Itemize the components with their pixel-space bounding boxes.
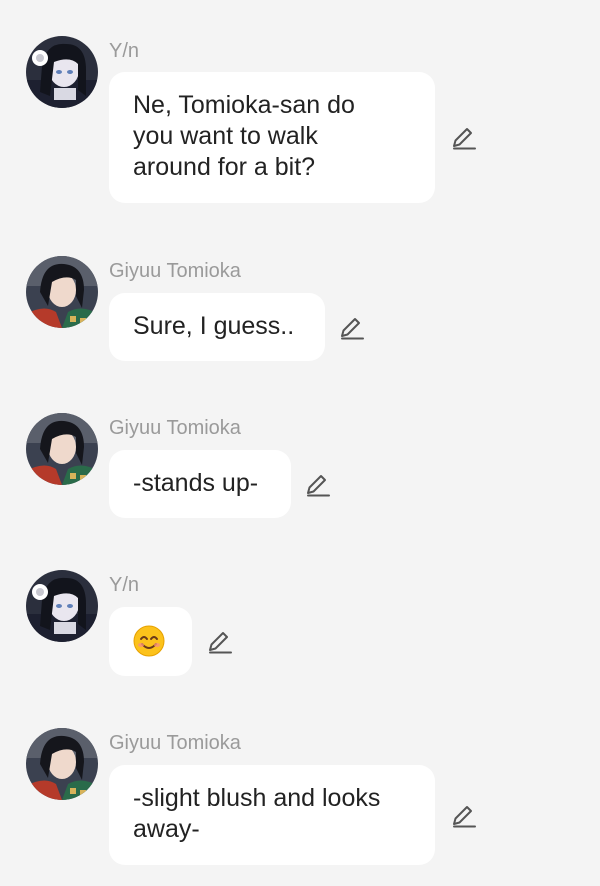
sender-name: Y/n [109, 40, 140, 62]
message-bubble[interactable]: -slight blush and looks away- [109, 765, 435, 865]
smiling-face-emoji [133, 625, 165, 657]
sender-name: Giyuu Tomioka [109, 417, 241, 439]
avatar-giyuu[interactable] [26, 256, 98, 328]
avatar-giyuu[interactable] [26, 413, 98, 485]
message-text: Sure, I guess.. [133, 312, 295, 340]
message-bubble[interactable]: Ne, Tomioka-san do you want to walk arou… [109, 72, 435, 203]
message-bubble[interactable] [109, 607, 192, 676]
message-text: -slight blush and looks away- [133, 784, 381, 843]
pencil-edit-icon[interactable] [304, 471, 332, 499]
pencil-edit-icon[interactable] [338, 314, 366, 342]
sender-name: Y/n [109, 574, 140, 596]
message-bubble[interactable]: Sure, I guess.. [109, 293, 325, 361]
pencil-edit-icon[interactable] [450, 124, 478, 152]
avatar-yn[interactable] [26, 36, 98, 108]
pencil-edit-icon[interactable] [206, 628, 234, 656]
message-text: Ne, Tomioka-san do you want to walk arou… [133, 91, 355, 181]
avatar-giyuu[interactable] [26, 728, 98, 800]
chat-thread: Y/n Ne, Tomioka-san do you want to walk … [0, 0, 600, 886]
pencil-edit-icon[interactable] [450, 802, 478, 830]
message-text: -stands up- [133, 469, 259, 497]
message-bubble[interactable]: -stands up- [109, 450, 291, 518]
sender-name: Giyuu Tomioka [109, 260, 241, 282]
sender-name: Giyuu Tomioka [109, 732, 241, 754]
avatar-yn[interactable] [26, 570, 98, 642]
